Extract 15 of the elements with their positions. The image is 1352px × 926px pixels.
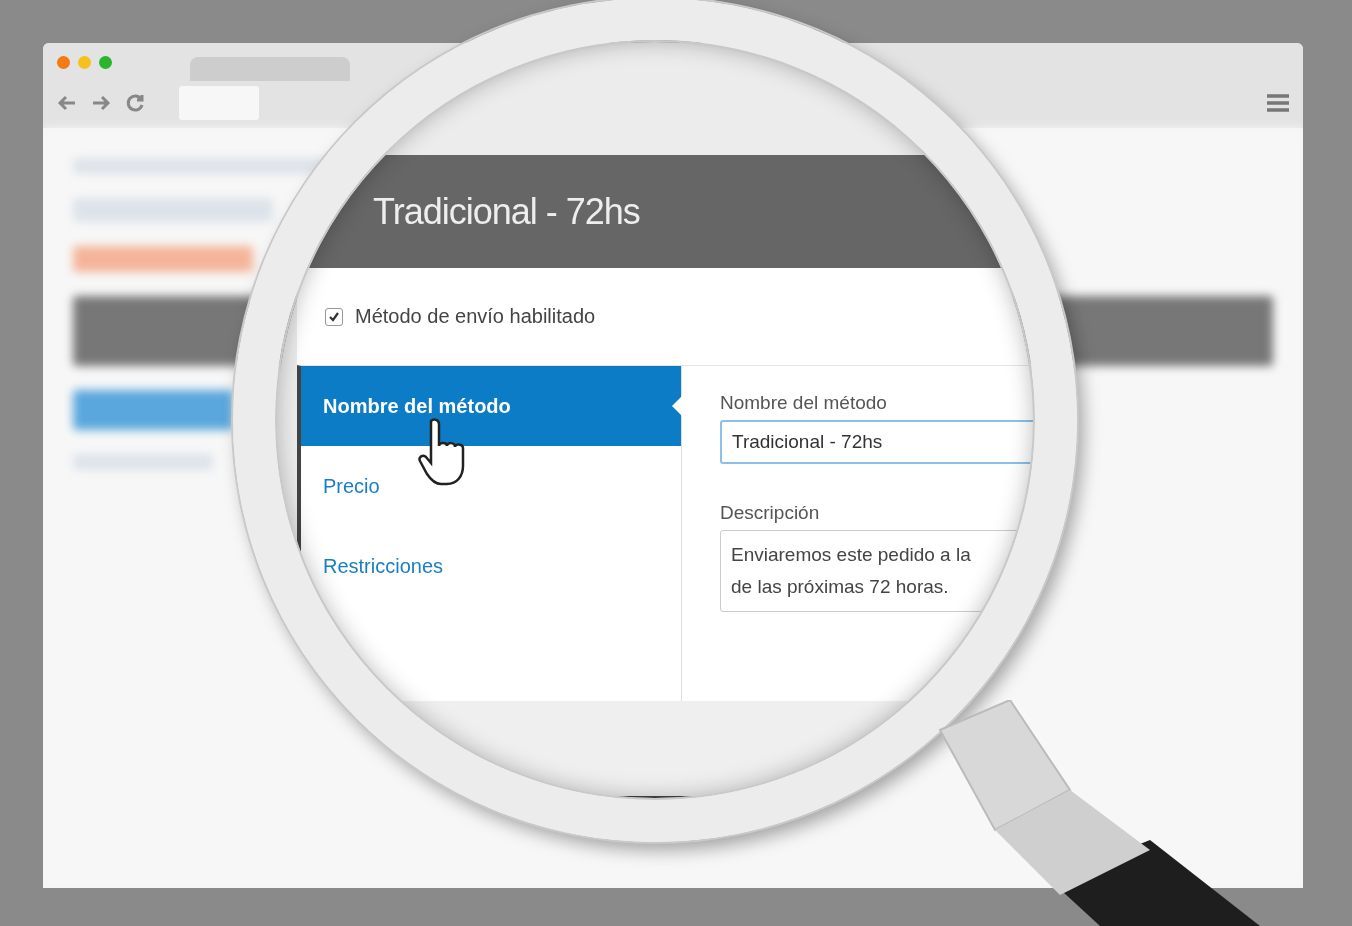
field-label: Descripción — [720, 502, 821, 524]
nav-item[interactable]: Precio — [301, 446, 681, 526]
nav-item[interactable]: Nombre del método — [301, 366, 681, 446]
forward-icon[interactable] — [91, 94, 111, 112]
checkbox-label: Método de envío habilitado — [355, 305, 596, 328]
checkmark-icon — [328, 310, 340, 323]
input-field[interactable]: Tradicional - 72hs — [720, 420, 1033, 464]
nav-item[interactable]: Restricciones — [301, 526, 681, 606]
field-label: Nombre del método — [720, 392, 888, 414]
menu-icon[interactable] — [1267, 93, 1289, 113]
checkbox[interactable] — [325, 307, 343, 326]
maximize-window-icon[interactable] — [99, 55, 112, 69]
close-window-icon[interactable] — [57, 55, 70, 69]
back-icon[interactable] — [57, 94, 77, 112]
reload-icon[interactable] — [125, 93, 145, 113]
